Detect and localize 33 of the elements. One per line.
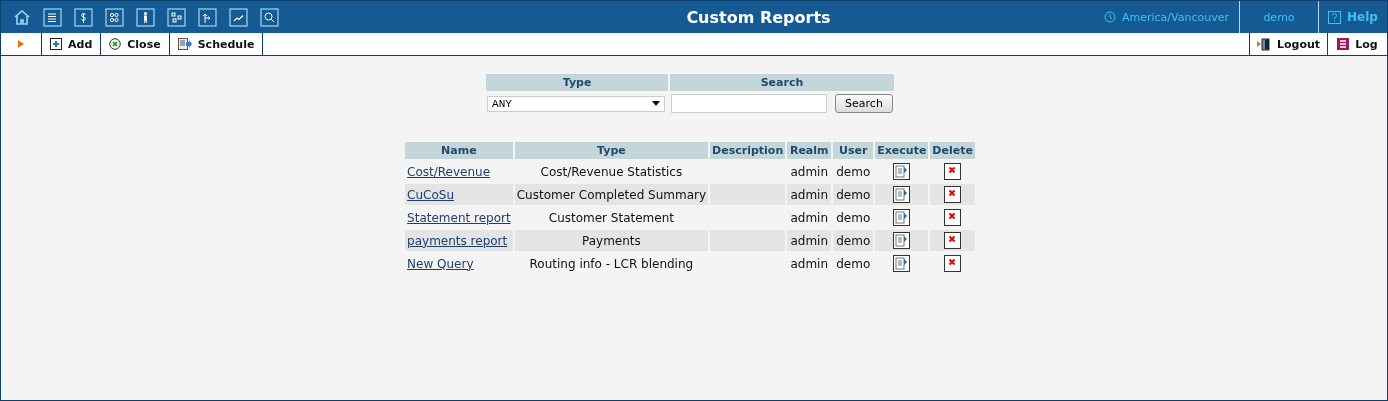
table-cell-text: admin [789,255,829,273]
report-link[interactable]: New Query [407,256,474,271]
report-link[interactable]: Cost/Revenue [407,164,491,179]
timezone-link[interactable]: America/Vancouver [1122,10,1229,24]
table-cell: Payments [514,230,709,251]
table-cell: demo [833,184,874,205]
table-cell-text: demo [835,255,872,273]
column-header: Description [710,142,786,159]
table-cell-text: Customer Statement [547,209,675,227]
column-header: User [833,142,874,159]
column-header: Delete [930,142,975,159]
report-link[interactable]: Statement report [407,210,511,225]
column-header: Realm [787,142,832,159]
user-link[interactable]: demo [1263,10,1295,24]
column-header: Execute [875,142,929,159]
table-cell: demo [833,230,874,251]
page-title: Custom Reports [686,7,831,27]
column-header: Name [405,142,513,159]
table-cell-text: demo [835,209,872,227]
search-button[interactable]: Search [835,94,893,113]
table-cell-text: admin [789,163,829,181]
table-cell-text: Cost/Revenue Statistics [539,163,684,181]
table-cell-text: Routing info - LCR blending [528,255,695,273]
table-cell: admin [787,184,832,205]
table-cell-text: demo [835,163,872,181]
table-cell: Customer Completed Summary [514,184,709,205]
column-header: Type [514,142,709,159]
table-cell-text: admin [789,209,829,227]
table-cell: admin [787,230,832,251]
column-header: Type [486,74,669,91]
type-dropdown[interactable]: ANY [487,95,666,112]
column-header: Search [670,74,894,91]
help-link[interactable]: Help [1347,10,1378,24]
